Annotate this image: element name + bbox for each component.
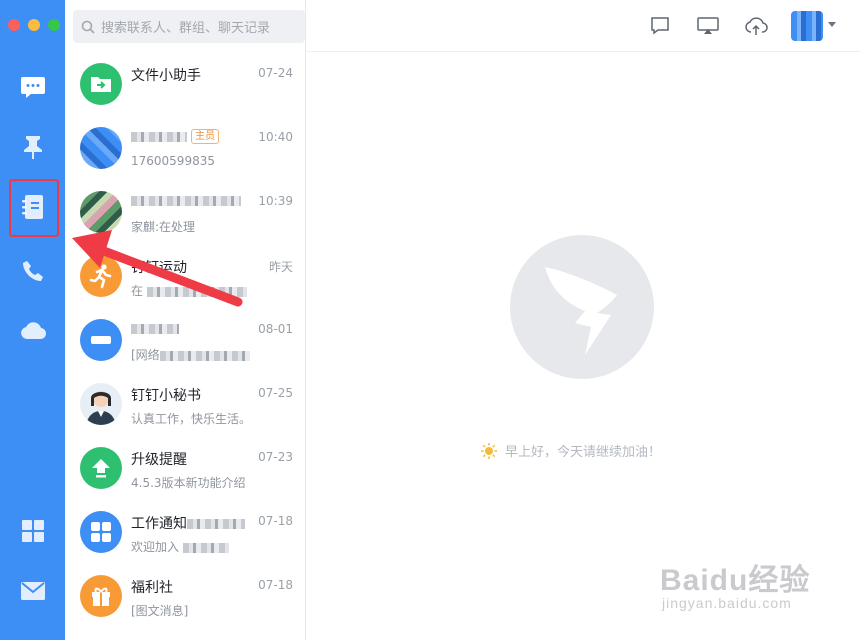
message-icon bbox=[651, 17, 669, 35]
sun-icon bbox=[481, 442, 497, 459]
conversation-time: 昨天 bbox=[268, 260, 293, 274]
conversation-preview: [网络 bbox=[131, 346, 250, 363]
watermark-url: jingyan.baidu.com bbox=[662, 595, 792, 611]
conversation-item[interactable]: 10:39 家麒:在处理 bbox=[65, 180, 305, 244]
work-notice-icon bbox=[80, 511, 122, 553]
conversation-list-panel: 搜索联系人、群组、聊天记录 文件小助手 07-24 主员 10:40 17600… bbox=[65, 0, 306, 640]
conversation-name: 钉钉小秘书 bbox=[131, 388, 201, 404]
role-tag: 主员 bbox=[191, 129, 219, 144]
mail-icon bbox=[21, 582, 45, 600]
conversation-item[interactable]: 福利社 07-18 [图文消息] bbox=[65, 564, 305, 628]
cloud-upload-button[interactable] bbox=[744, 14, 768, 38]
conversation-time: 08-01 bbox=[258, 322, 293, 336]
conversation-time: 07-18 bbox=[258, 514, 293, 528]
chat-bubble-icon bbox=[21, 77, 45, 98]
conversation-item[interactable]: 工作通知 07-18 欢迎加入 bbox=[65, 500, 305, 564]
conversation-preview: 17600599835 bbox=[131, 154, 215, 168]
conversation-time: 07-23 bbox=[258, 450, 293, 464]
blurred-photo-avatar bbox=[80, 191, 122, 233]
contacts-highlight-box bbox=[9, 179, 59, 237]
conversation-name bbox=[131, 193, 241, 209]
search-placeholder: 搜索联系人、群组、聊天记录 bbox=[101, 21, 271, 36]
conversation-preview: 家麒:在处理 bbox=[131, 220, 196, 234]
conversation-time: 10:39 bbox=[258, 194, 293, 208]
conversation-time: 07-18 bbox=[258, 578, 293, 592]
conversation-name: 工作通知 bbox=[131, 513, 245, 533]
chevron-down-icon[interactable] bbox=[828, 22, 836, 27]
window-close-button[interactable] bbox=[8, 19, 20, 31]
redacted-preview bbox=[159, 350, 250, 361]
assistant-photo-avatar bbox=[80, 383, 122, 425]
conversation-preview: 认真工作，快乐生活。 bbox=[131, 412, 252, 426]
cloud-icon bbox=[21, 322, 46, 340]
grid-apps-icon bbox=[22, 520, 44, 542]
screen-cast-button[interactable] bbox=[696, 14, 720, 38]
conversation-name: 福利社 bbox=[131, 580, 173, 596]
redacted-preview bbox=[182, 542, 229, 553]
sidebar-item-messages[interactable] bbox=[8, 62, 58, 112]
pin-icon bbox=[24, 136, 42, 159]
sidebar-item-calls[interactable] bbox=[8, 246, 58, 296]
conversation-name: 钉钉运动 bbox=[131, 260, 187, 276]
sidebar-item-mail[interactable] bbox=[8, 566, 58, 616]
sidebar bbox=[0, 0, 65, 640]
new-message-button[interactable] bbox=[648, 14, 672, 38]
conversation-time: 07-25 bbox=[258, 386, 293, 400]
preview-text: [网络 bbox=[131, 348, 160, 362]
window-minimize-button[interactable] bbox=[28, 19, 40, 31]
conversation-name: 升级提醒 bbox=[131, 452, 187, 468]
preview-text: 在 bbox=[131, 284, 144, 298]
conversation-preview: 4.5.3版本新功能介绍 bbox=[131, 476, 246, 490]
greeting-text: 早上好，今天请继续加油！ bbox=[505, 445, 662, 460]
redacted-name bbox=[131, 324, 179, 334]
search-input[interactable]: 搜索联系人、群组、聊天记录 bbox=[73, 10, 305, 43]
conversation-name: 主员 bbox=[131, 129, 219, 145]
running-icon bbox=[80, 255, 122, 297]
user-avatar[interactable] bbox=[791, 11, 823, 41]
screen-cast-icon bbox=[697, 17, 719, 34]
file-transfer-icon bbox=[80, 63, 122, 105]
conversation-name bbox=[131, 321, 179, 337]
conversation-preview: [图文消息] bbox=[131, 604, 189, 618]
conversation-preview: 在 bbox=[131, 282, 247, 299]
greeting: 早上好，今天请继续加油！ bbox=[481, 441, 661, 460]
conversation-item[interactable]: 升级提醒 07-23 4.5.3版本新功能介绍 bbox=[65, 436, 305, 500]
divider bbox=[306, 51, 860, 52]
conversation-time: 10:40 bbox=[258, 130, 293, 144]
cloud-upload-icon bbox=[745, 17, 768, 35]
conversation-item[interactable]: 钉钉运动 昨天 在 bbox=[65, 244, 305, 308]
blurred-avatar bbox=[80, 319, 122, 361]
redacted-name bbox=[131, 196, 241, 206]
conversation-item[interactable]: 钉钉小秘书 07-25 认真工作，快乐生活。 bbox=[65, 372, 305, 436]
conversation-time: 07-24 bbox=[258, 66, 293, 80]
conversation-item[interactable]: 文件小助手 07-24 bbox=[65, 52, 305, 116]
watermark-brand: Baidu经验 bbox=[660, 564, 811, 597]
redacted-name bbox=[131, 132, 187, 142]
conversation-name: 文件小助手 bbox=[131, 68, 201, 84]
sidebar-item-workbench[interactable] bbox=[8, 506, 58, 556]
redacted-preview bbox=[146, 286, 247, 297]
upgrade-arrow-icon bbox=[80, 447, 122, 489]
blurred-avatar bbox=[80, 127, 122, 169]
conversation-item[interactable]: 主员 10:40 17600599835 bbox=[65, 116, 305, 180]
watermark: Baidu经验 jingyan.baidu.com bbox=[660, 555, 811, 611]
sidebar-item-cloud[interactable] bbox=[8, 306, 58, 356]
app-window: 搜索联系人、群组、聊天记录 文件小助手 07-24 主员 10:40 17600… bbox=[0, 0, 860, 640]
conversation-name-text: 工作通知 bbox=[131, 516, 187, 532]
phone-icon bbox=[23, 261, 43, 281]
gift-icon bbox=[80, 575, 122, 617]
dingtalk-logo bbox=[510, 235, 654, 379]
conversation-item[interactable]: 08-01 [网络 bbox=[65, 308, 305, 372]
search-icon bbox=[81, 20, 95, 34]
window-zoom-button[interactable] bbox=[48, 19, 60, 31]
redacted-name bbox=[187, 519, 245, 529]
preview-text: 欢迎加入 bbox=[131, 540, 180, 554]
conversation-preview: 欢迎加入 bbox=[131, 538, 229, 555]
sidebar-item-ding[interactable] bbox=[8, 122, 58, 172]
